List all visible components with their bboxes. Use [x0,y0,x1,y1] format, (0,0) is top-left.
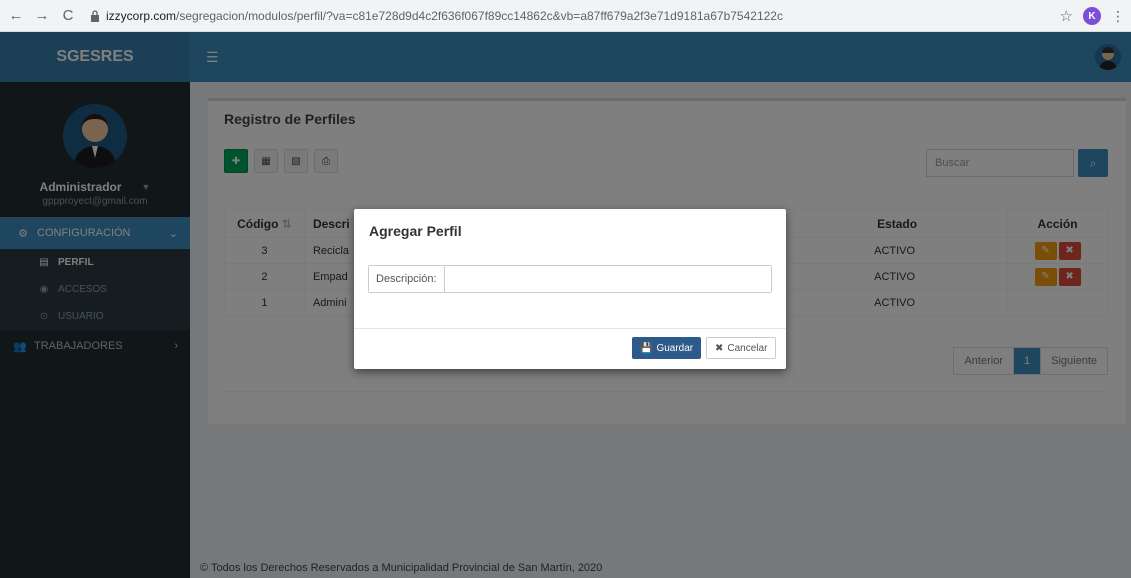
description-input[interactable] [444,266,771,292]
forward-icon[interactable]: → [32,6,52,26]
modal-title: Agregar Perfil [369,223,462,239]
browser-profile-avatar[interactable]: K [1083,7,1101,25]
save-button[interactable]: 💾 Guardar [632,337,702,359]
cancel-button-label: Cancelar [727,342,768,354]
save-icon: 💾 [640,342,653,354]
bookmark-star-icon[interactable]: ☆ [1060,7,1073,25]
reload-icon[interactable]: C [58,6,78,26]
browser-toolbar: ← → C izzycorp.com/segregacion/modulos/p… [0,0,1131,32]
description-field-group: Descripción: [368,265,772,293]
address-bar[interactable]: izzycorp.com/segregacion/modulos/perfil/… [88,4,1098,28]
back-icon[interactable]: ← [6,6,26,26]
close-icon: ✖ [715,342,724,354]
add-profile-modal: Agregar Perfil Descripción: 💾 Guardar ✖ … [354,209,786,369]
url-host: izzycorp.com [106,8,177,23]
cancel-button[interactable]: ✖ Cancelar [706,337,777,359]
url-path: /segregacion/modulos/perfil/?va=c81e728d… [176,8,783,23]
lock-icon [88,9,102,23]
description-label: Descripción: [369,266,445,292]
save-button-label: Guardar [656,342,694,354]
modal-divider [354,328,786,329]
browser-menu-icon[interactable]: ⋮ [1111,8,1125,25]
